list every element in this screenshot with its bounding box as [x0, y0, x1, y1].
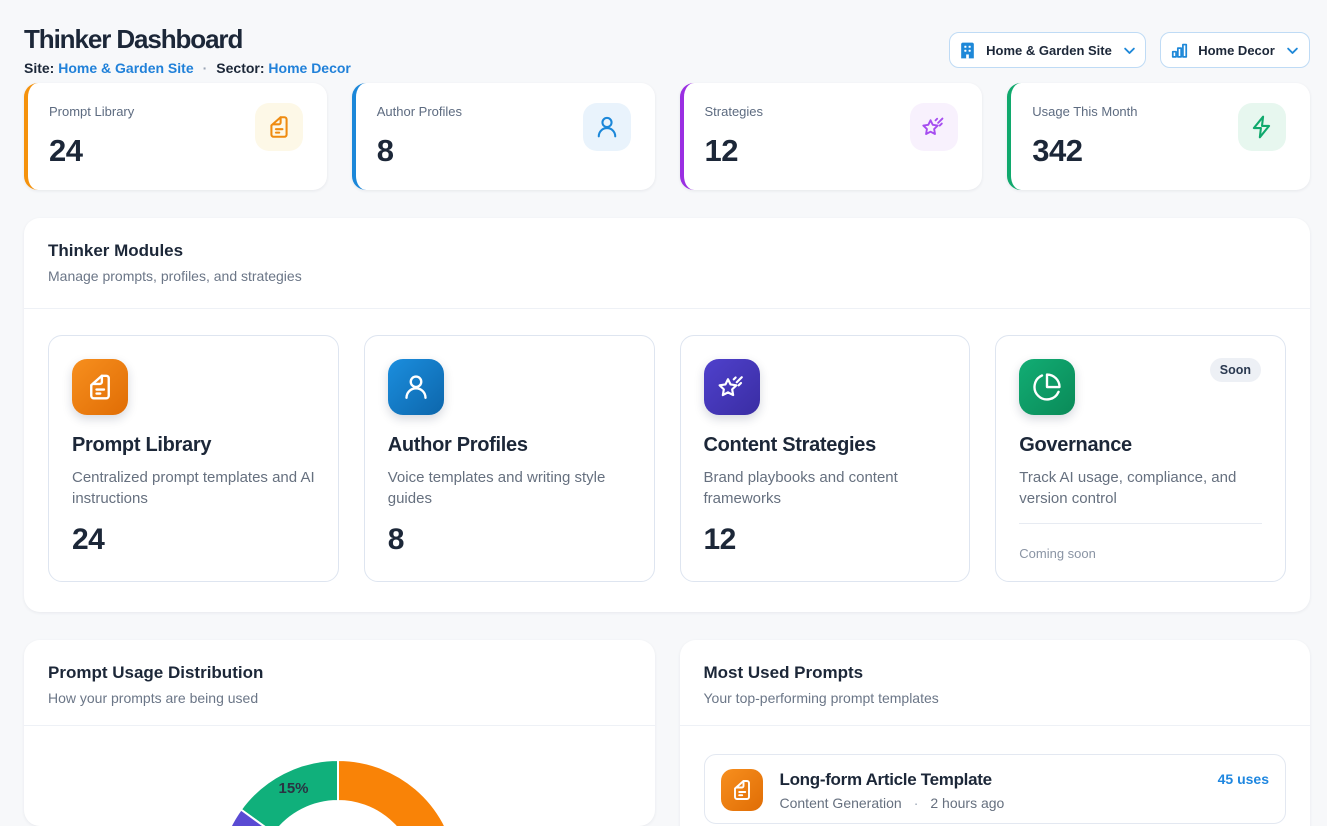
svg-text:15%: 15% — [278, 780, 308, 797]
